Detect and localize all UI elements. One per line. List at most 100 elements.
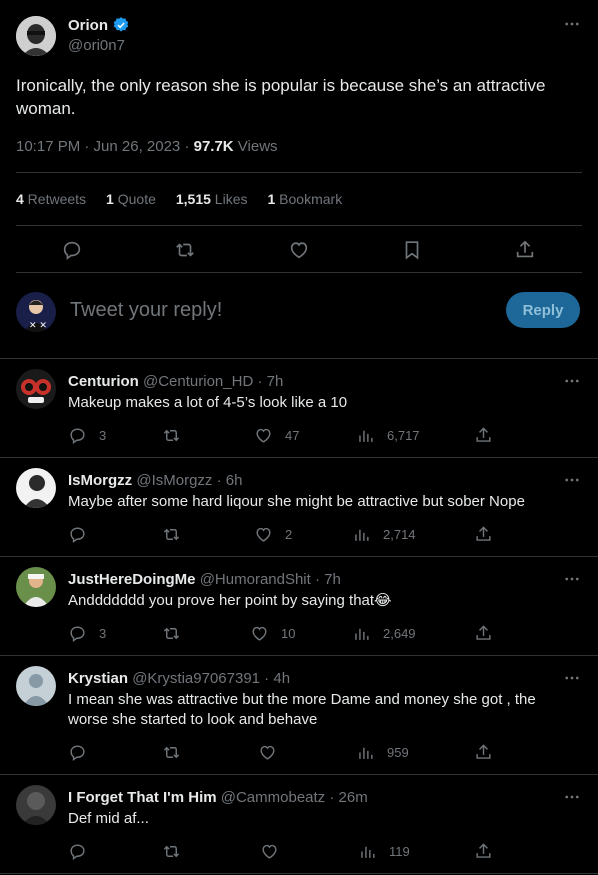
reply-text: Makeup makes a lot of 4-5’s look like a … (68, 394, 348, 411)
reply-avatar[interactable] (16, 468, 56, 508)
divider (16, 225, 582, 226)
retweets-stat[interactable]: 4 Retweets (16, 191, 86, 207)
reply-name[interactable]: I Forget That I'm Him (68, 789, 217, 806)
reply-input[interactable]: Tweet your reply! (70, 299, 222, 322)
like-icon (256, 527, 271, 542)
views-label: Views (233, 138, 278, 155)
author-handle[interactable]: @ori0n7 (68, 37, 125, 54)
reply-like-action[interactable] (258, 743, 289, 762)
share-icon (476, 427, 491, 442)
reply-icon (70, 626, 85, 643)
reply-handle[interactable]: @Cammobeatz (221, 789, 325, 806)
reply-views-action[interactable]: 2,649 (352, 624, 416, 643)
author-avatar[interactable] (16, 16, 56, 56)
views-icon (355, 628, 369, 640)
reply-item[interactable]: JustHereDoingMe @HumorandShit · 7h Anddd… (0, 557, 598, 655)
reply-icon (70, 745, 85, 762)
likes-stat[interactable]: 1,515 Likes (176, 191, 248, 207)
reply-name[interactable]: Krystian (68, 670, 128, 687)
reply-like-action[interactable]: 47 (254, 426, 299, 445)
share-icon (476, 744, 491, 759)
reply-views-action[interactable]: 2,714 (352, 525, 416, 544)
user-avatar[interactable]: ✕ ✕ (16, 292, 56, 332)
reply-reply-action[interactable]: 3 (68, 426, 106, 445)
reply-time[interactable]: · 7h (253, 373, 283, 390)
reply-avatar[interactable] (16, 666, 56, 706)
bookmark-icon[interactable] (400, 238, 424, 262)
reply-like-action[interactable]: 2 (254, 525, 292, 544)
bookmarks-stat[interactable]: 1 Bookmark (268, 191, 343, 207)
reply-name[interactable]: Centurion (68, 373, 139, 390)
verified-badge-icon (112, 16, 130, 34)
reply-text: Anddddddd you prove her point by saying … (68, 592, 392, 609)
reply-retweet-action[interactable] (162, 426, 193, 445)
divider (16, 272, 582, 273)
author-name[interactable]: Orion (68, 17, 108, 34)
more-icon[interactable] (562, 14, 582, 34)
reply-like-action[interactable] (260, 842, 291, 861)
reply-reply-action[interactable] (68, 525, 99, 544)
more-icon[interactable] (562, 371, 582, 391)
reply-avatar[interactable] (16, 567, 56, 607)
tweet-meta: 10:17 PM · Jun 26, 2023 · 97.7K Views (16, 138, 278, 155)
tweet-time[interactable]: 10:17 PM · Jun 26, 2023 · (16, 138, 194, 155)
reply-retweet-action[interactable] (162, 624, 193, 643)
views-icon (355, 529, 369, 541)
reply-text: I mean she was attractive but the more D… (68, 691, 536, 728)
svg-text:✕ ✕: ✕ ✕ (29, 321, 47, 331)
retweet-icon (163, 746, 180, 759)
reply-item[interactable]: IsMorgzz @IsMorgzz · 6h Maybe after some… (0, 458, 598, 556)
reply-retweet-action[interactable] (162, 842, 193, 861)
reply-time[interactable]: · 4h (260, 670, 290, 687)
reply-item[interactable]: Centurion @Centurion_HD · 7h Makeup make… (0, 359, 598, 457)
reply-time[interactable]: · 7h (311, 571, 341, 588)
reply-icon[interactable] (60, 238, 84, 262)
reply-item[interactable]: Krystian @Krystia97067391 · 4h I mean sh… (0, 656, 598, 774)
views-count: 97.7K (193, 138, 234, 155)
views-icon (361, 846, 375, 858)
reply-retweet-action[interactable] (162, 525, 193, 544)
reply-reply-action[interactable]: 3 (68, 624, 106, 643)
share-icon[interactable] (513, 238, 537, 262)
divider (0, 873, 598, 874)
reply-avatar[interactable] (16, 369, 56, 409)
reply-icon (70, 844, 85, 861)
reply-avatar[interactable] (16, 785, 56, 825)
like-icon[interactable] (287, 238, 311, 262)
reply-retweet-action[interactable] (162, 743, 193, 762)
reply-views-action[interactable]: 119 (358, 842, 410, 861)
divider (16, 172, 582, 173)
reply-handle[interactable]: @Krystia97067391 (132, 670, 260, 687)
reply-share-action[interactable] (474, 743, 505, 762)
reply-reply-action[interactable] (68, 842, 99, 861)
reply-text: Maybe after some hard liqour she might b… (68, 493, 525, 510)
reply-name[interactable]: IsMorgzz (68, 472, 132, 489)
reply-views-action[interactable]: 959 (356, 743, 409, 762)
reply-share-action[interactable] (474, 426, 505, 445)
tweet-text: Ironically, the only reason she is popul… (16, 76, 546, 118)
more-icon[interactable] (562, 470, 582, 490)
reply-share-action[interactable] (474, 525, 505, 544)
retweet-icon (163, 845, 180, 858)
reply-views-action[interactable]: 6,717 (356, 426, 420, 445)
retweet-icon[interactable] (173, 238, 197, 262)
more-icon[interactable] (562, 569, 582, 589)
reply-share-action[interactable] (474, 842, 505, 861)
reply-like-action[interactable]: 10 (250, 624, 295, 643)
reply-text: Def mid af... (68, 810, 149, 827)
reply-time[interactable]: · 6h (212, 472, 243, 489)
reply-time[interactable]: · 26m (325, 789, 367, 806)
tweet-stats: 4 Retweets 1 Quote 1,515 Likes 1 Bookmar… (16, 191, 342, 207)
reply-name[interactable]: JustHereDoingMe (68, 571, 196, 588)
reply-handle[interactable]: @Centurion_HD (143, 373, 253, 390)
reply-icon (70, 428, 85, 445)
reply-handle[interactable]: @HumorandShit (200, 571, 311, 588)
reply-share-action[interactable] (474, 624, 505, 643)
reply-item[interactable]: I Forget That I'm Him @Cammobeatz · 26m … (0, 775, 598, 873)
reply-handle[interactable]: @IsMorgzz (136, 472, 212, 489)
reply-button[interactable]: Reply (506, 292, 580, 328)
reply-reply-action[interactable] (68, 743, 99, 762)
quotes-stat[interactable]: 1 Quote (106, 191, 156, 207)
more-icon[interactable] (562, 668, 582, 688)
more-icon[interactable] (562, 787, 582, 807)
